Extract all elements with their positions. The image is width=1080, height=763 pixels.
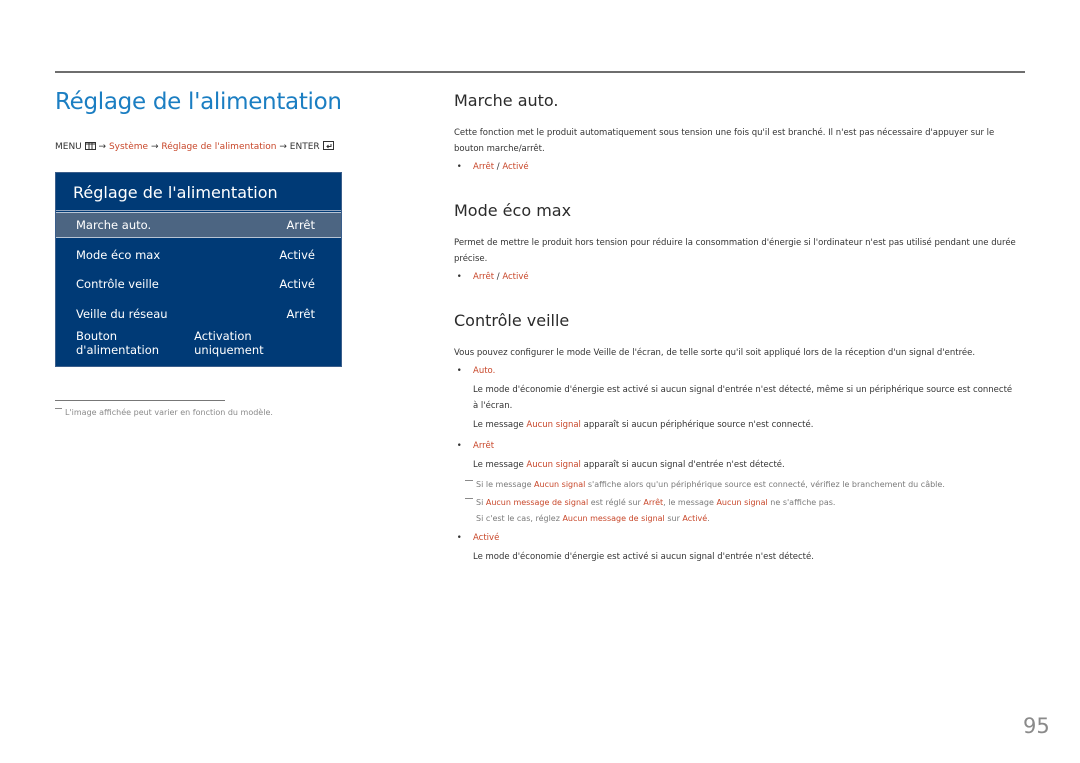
top-rule: [55, 71, 1025, 73]
text-part: .: [707, 514, 710, 523]
options-marche-auto: • Arrêt / Activé: [454, 162, 529, 172]
text-part: est réglé sur: [588, 498, 644, 507]
section-desc-mode-eco: Permet de mettre le produit hors tension…: [454, 238, 1016, 264]
breadcrumb-arrow: →: [98, 142, 107, 152]
options-mode-eco: • Arrêt / Activé: [454, 272, 529, 282]
option-auto: • Auto.: [454, 366, 496, 376]
breadcrumb-menu: MENU: [55, 142, 82, 152]
osd-item-value: Arrêt: [286, 218, 315, 232]
osd-item-marche-auto[interactable]: Marche auto. Arrêt: [56, 212, 341, 238]
footnote: L'image affichée peut varier en fonction…: [55, 408, 273, 417]
bullet-icon: •: [454, 533, 462, 543]
osd-title: Réglage de l'alimentation: [73, 183, 278, 202]
highlight: Aucun message de signal: [485, 498, 589, 507]
section-desc-marche-auto: Cette fonction met le produit automatiqu…: [454, 128, 995, 154]
footnote-divider: [55, 400, 225, 401]
breadcrumb-arrow: →: [279, 142, 287, 152]
option-on-label: Activé: [473, 533, 500, 543]
option-on: Activé: [502, 162, 529, 172]
osd-item-label: Contrôle veille: [76, 277, 159, 291]
breadcrumb: MENU → Système → Réglage de l'alimentati…: [55, 141, 334, 153]
text-part: apparaît si aucun périphérique source n'…: [580, 420, 814, 430]
osd-item-value: Activé: [279, 248, 315, 262]
section-title-controle-veille: Contrôle veille: [454, 311, 570, 330]
note-dash-icon: [465, 480, 473, 481]
option-on-text: Le mode d'économie d'énergie est activé …: [473, 552, 814, 562]
text-part: Le message: [473, 420, 527, 430]
osd-item-value: Activé: [279, 277, 315, 291]
option-auto-text2: Le message Aucun signal apparaît si aucu…: [473, 418, 1018, 434]
osd-item-value: Arrêt: [286, 307, 315, 321]
osd-item-veille-reseau[interactable]: Veille du réseau Arrêt: [56, 301, 341, 327]
note-dash-icon: [55, 408, 62, 409]
option-on: • Activé: [454, 533, 500, 543]
page-title: Réglage de l'alimentation: [55, 89, 342, 115]
bullet-icon: •: [454, 366, 462, 376]
breadcrumb-power-settings: Réglage de l'alimentation: [161, 142, 277, 152]
text-part: s'affiche alors qu'un périphérique sourc…: [585, 480, 945, 489]
option-off-text: Le message Aucun signal apparaît si aucu…: [473, 458, 1018, 474]
highlight: Aucun message de signal: [562, 514, 665, 523]
osd-power-menu: Réglage de l'alimentation Marche auto. A…: [55, 172, 342, 367]
osd-item-value: Activation uniquement: [194, 329, 264, 357]
breadcrumb-enter: ENTER: [289, 142, 320, 152]
menu-grid-icon: [84, 142, 96, 153]
highlight: Arrêt: [643, 498, 664, 507]
text-part: , le message: [663, 498, 717, 507]
breadcrumb-arrow: →: [150, 142, 159, 152]
option-off: • Arrêt: [454, 441, 494, 451]
bullet-icon: •: [454, 272, 462, 282]
breadcrumb-system: Système: [108, 142, 149, 152]
option-off: Arrêt: [473, 162, 495, 172]
bullet-icon: •: [454, 162, 462, 172]
text-part: Le message: [473, 460, 527, 470]
section-title-mode-eco: Mode éco max: [454, 201, 572, 220]
option-off-label: Arrêt: [473, 441, 495, 451]
note-no-signal-message: Si Aucun message de signal est réglé sur…: [465, 498, 835, 507]
highlight-aucun-signal: Aucun signal: [526, 460, 581, 470]
osd-item-label: Veille du réseau: [76, 307, 168, 321]
option-auto-label: Auto.: [473, 366, 496, 376]
osd-item-label: Mode éco max: [76, 248, 161, 262]
text-part: Si c'est le cas, réglez: [476, 514, 563, 523]
option-off: Arrêt: [473, 272, 495, 282]
note-cable: Si le message Aucun signal s'affiche alo…: [465, 480, 945, 489]
osd-item-label: Marche auto.: [76, 218, 152, 232]
osd-divider: [56, 210, 341, 211]
note-no-signal-fix: Si c'est le cas, réglez Aucun message de…: [476, 514, 710, 523]
enter-icon: [322, 141, 334, 153]
text-part: apparaît si aucun signal d'entrée n'est …: [580, 460, 785, 470]
highlight: Aucun signal: [716, 498, 768, 507]
osd-item-controle-veille[interactable]: Contrôle veille Activé: [56, 271, 341, 297]
option-on: Activé: [502, 272, 529, 282]
text-part: sur: [664, 514, 683, 523]
osd-item-mode-eco[interactable]: Mode éco max Activé: [56, 242, 341, 268]
note-dash-icon: [465, 498, 473, 499]
osd-item-label: Bouton d'alimentation: [76, 329, 160, 357]
highlight-aucun-signal: Aucun signal: [526, 420, 581, 430]
text-part: Si: [476, 498, 486, 507]
highlight-aucun-signal: Aucun signal: [534, 480, 586, 489]
osd-item-bouton-alimentation[interactable]: Bouton d'alimentation Activation uniquem…: [56, 329, 341, 357]
text-part: ne s'affiche pas.: [767, 498, 836, 507]
section-desc-controle-veille: Vous pouvez configurer le mode Veille de…: [454, 348, 976, 358]
footnote-text: L'image affichée peut varier en fonction…: [65, 408, 273, 417]
highlight: Activé: [682, 514, 708, 523]
page-number: 95: [1023, 714, 1050, 738]
text-part: Si le message: [476, 480, 535, 489]
section-title-marche-auto: Marche auto.: [454, 91, 559, 110]
bullet-icon: •: [454, 441, 462, 451]
option-auto-text1: Le mode d'économie d'énergie est activé …: [473, 385, 1013, 411]
